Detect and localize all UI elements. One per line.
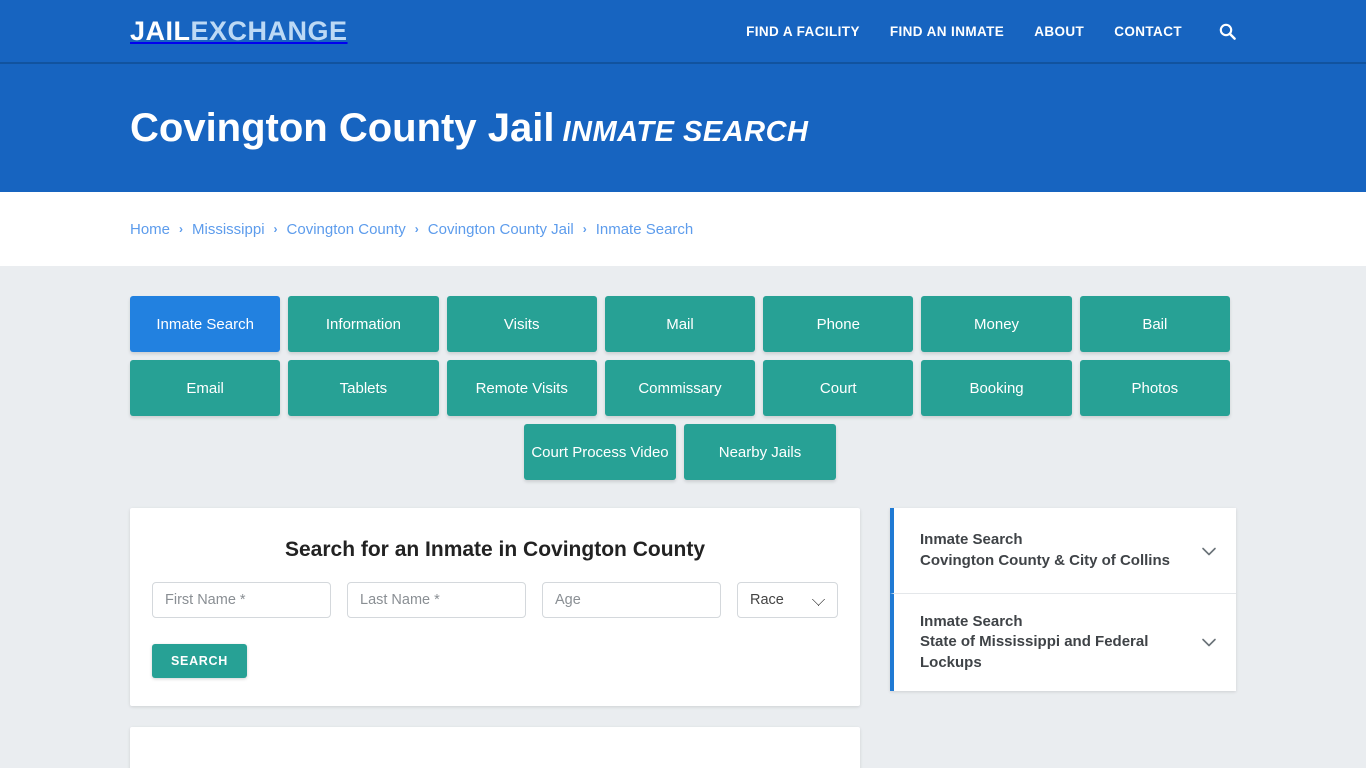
accordion-item-text: Inmate Search Covington County & City of… xyxy=(920,530,1188,571)
tab-mail[interactable]: Mail xyxy=(604,296,756,352)
nav-item-find-a-facility[interactable]: FIND A FACILITY xyxy=(731,24,875,39)
accordion-item-subtitle: Covington County & City of Collins xyxy=(920,551,1170,569)
tab-booking[interactable]: Booking xyxy=(921,360,1072,416)
accordion-item-county-collins[interactable]: Inmate Search Covington County & City of… xyxy=(890,508,1236,594)
age-input[interactable] xyxy=(542,582,721,618)
search-form-title: Search for an Inmate in Covington County xyxy=(284,538,706,561)
page-title-main: Covington County Jail xyxy=(130,106,555,150)
breadcrumb-item-home[interactable]: Home xyxy=(130,221,170,238)
nav-item-about[interactable]: ABOUT xyxy=(1019,24,1099,39)
tab-row-1: Inmate Search Information Visits Mail Ph… xyxy=(130,296,1230,352)
tab-photos[interactable]: Photos xyxy=(1079,360,1230,416)
nav-item-find-an-inmate[interactable]: FIND AN INMATE xyxy=(875,24,1019,39)
tab-bail[interactable]: Bail xyxy=(1079,296,1230,352)
page-title-subtitle: INMATE SEARCH xyxy=(562,116,809,148)
accordion-item-text: Inmate Search State of Mississippi and F… xyxy=(920,612,1188,673)
breadcrumb-item-mississippi[interactable]: Mississippi xyxy=(192,221,265,238)
accordion-item-subtitle: State of Mississippi and Federal Lockups xyxy=(920,633,1149,671)
secondary-results-card xyxy=(130,727,860,768)
tab-money[interactable]: Money xyxy=(921,296,1072,352)
facility-tab-grid: Inmate Search Information Visits Mail Ph… xyxy=(130,296,1230,480)
breadcrumb-separator-icon: › xyxy=(273,222,278,236)
search-icon[interactable] xyxy=(1197,23,1236,40)
race-select[interactable]: Race xyxy=(737,582,838,618)
breadcrumb-separator-icon: › xyxy=(179,222,184,236)
tab-email[interactable]: Email xyxy=(130,360,281,416)
tab-remote-visits[interactable]: Remote Visits xyxy=(446,360,597,416)
tab-tablets[interactable]: Tablets xyxy=(288,360,439,416)
breadcrumb-band: Home › Mississippi › Covington County › … xyxy=(0,192,1366,266)
chevron-down-icon[interactable] xyxy=(1198,540,1220,562)
breadcrumb-item-inmate-search: Inmate Search xyxy=(595,220,694,238)
main-content: Inmate Search Information Visits Mail Ph… xyxy=(0,266,1366,768)
inmate-search-accordion: Inmate Search Covington County & City of… xyxy=(890,508,1236,691)
nav-item-contact[interactable]: CONTACT xyxy=(1099,24,1197,39)
search-button[interactable]: SEARCH xyxy=(152,644,247,678)
tab-visits[interactable]: Visits xyxy=(446,296,597,352)
tab-commissary[interactable]: Commissary xyxy=(604,360,756,416)
logo-text-primary: JAIL xyxy=(130,15,191,46)
site-logo[interactable]: JAILEXCHANGE xyxy=(130,15,348,46)
accordion-item-title: Inmate Search xyxy=(920,531,1023,549)
hero-banner: Covington County Jail INMATE SEARCH xyxy=(0,64,1366,192)
tab-inmate-search[interactable]: Inmate Search xyxy=(130,296,281,352)
tab-nearby-jails[interactable]: Nearby Jails xyxy=(684,424,836,480)
tab-phone[interactable]: Phone xyxy=(763,296,914,352)
sidebar-column: Inmate Search Covington County & City of… xyxy=(890,508,1236,691)
page-title: Covington County Jail INMATE SEARCH xyxy=(130,106,808,150)
search-form-fields: Race xyxy=(152,582,838,618)
breadcrumb-separator-icon: › xyxy=(414,222,419,236)
breadcrumb-item-covington-county-jail[interactable]: Covington County Jail xyxy=(428,221,574,238)
accordion-item-title: Inmate Search xyxy=(920,613,1023,630)
breadcrumb-item-covington-county[interactable]: Covington County xyxy=(287,221,406,238)
search-column: Search for an Inmate in Covington County… xyxy=(130,508,860,768)
tab-court-process-video[interactable]: Court Process Video xyxy=(524,424,676,480)
top-navigation-bar: JAILEXCHANGE FIND A FACILITY FIND AN INM… xyxy=(0,0,1366,64)
breadcrumb: Home › Mississippi › Covington County › … xyxy=(130,221,693,238)
logo-text-secondary: EXCHANGE xyxy=(190,15,348,46)
first-name-input[interactable] xyxy=(152,582,331,618)
accordion-item-state-federal[interactable]: Inmate Search State of Mississippi and F… xyxy=(890,594,1236,691)
last-name-input[interactable] xyxy=(347,582,526,618)
tab-row-3: Court Process Video Nearby Jails xyxy=(130,424,1230,480)
lower-section: Search for an Inmate in Covington County… xyxy=(130,508,1236,768)
tab-row-2: Email Tablets Remote Visits Commissary C… xyxy=(130,360,1230,416)
main-nav: FIND A FACILITY FIND AN INMATE ABOUT CON… xyxy=(731,23,1236,40)
breadcrumb-separator-icon: › xyxy=(582,222,587,236)
chevron-down-icon[interactable] xyxy=(1198,631,1220,653)
tab-information[interactable]: Information xyxy=(288,296,439,352)
inmate-search-card: Search for an Inmate in Covington County… xyxy=(130,508,860,706)
tab-court[interactable]: Court xyxy=(763,360,914,416)
